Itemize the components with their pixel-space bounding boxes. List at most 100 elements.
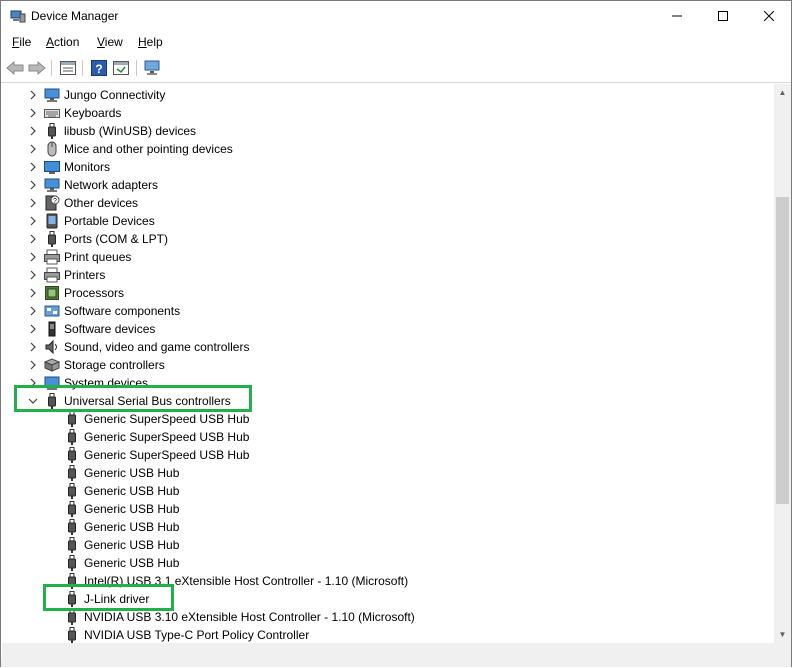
chevron-right-icon[interactable] [28,320,38,338]
chevron-right-icon[interactable] [28,284,38,302]
processor-icon [44,284,60,302]
category-item[interactable]: Jungo Connectivity [2,86,772,104]
software-component-icon [44,302,60,320]
title-bar: Device Manager [1,1,791,32]
chevron-right-icon[interactable] [28,230,38,248]
menu-access-key: H [138,35,147,49]
help-icon: ? [91,60,107,76]
category-item[interactable]: ? Other devices [2,194,772,212]
category-item[interactable]: Processors [2,284,772,302]
usb-device-item[interactable]: NVIDIA USB Type-C Port Policy Controller [2,626,772,643]
port-icon [44,230,60,248]
usb-device-item[interactable]: Generic USB Hub [2,464,772,482]
storage-icon [44,356,60,374]
keyboard-icon [44,104,60,122]
chevron-right-icon[interactable] [28,140,38,158]
usb-device-item[interactable]: Generic USB Hub [2,536,772,554]
chevron-right-icon[interactable] [28,158,38,176]
scroll-up-button[interactable]: ▲ [774,84,791,101]
usb-device-item[interactable]: Generic SuperSpeed USB Hub [2,446,772,464]
usb-device-label: Generic USB Hub [84,484,180,498]
vertical-scrollbar[interactable]: ▲ ▼ [774,84,791,643]
category-item[interactable]: Portable Devices [2,212,772,230]
chevron-right-icon[interactable] [28,104,38,122]
properties-button[interactable] [57,57,79,79]
monitor-icon [44,158,60,176]
chevron-right-icon[interactable] [28,338,38,356]
close-button[interactable] [746,1,792,31]
category-item[interactable]: Sound, video and game controllers [2,338,772,356]
usb-icon [64,554,80,572]
update-driver-button[interactable] [110,57,132,79]
chevron-right-icon[interactable] [28,248,38,266]
menu-label-rest: ile [19,35,32,49]
usb-device-item[interactable]: Generic SuperSpeed USB Hub [2,428,772,446]
category-item[interactable]: Storage controllers [2,356,772,374]
usb-icon [64,518,80,536]
network-icon [44,176,60,194]
maximize-icon [718,11,728,21]
category-item[interactable]: Mice and other pointing devices [2,140,772,158]
chevron-right-icon[interactable] [28,122,38,140]
usb-icon [64,446,80,464]
chevron-right-icon[interactable] [28,302,38,320]
scan-hardware-icon [144,60,160,75]
menu-help[interactable]: Help [138,35,163,49]
category-label: Printers [64,268,106,282]
menu-action[interactable]: Action [46,35,79,49]
scrollbar-thumb[interactable] [776,197,789,504]
category-item[interactable]: Printers [2,266,772,284]
category-item[interactable]: libusb (WinUSB) devices [2,122,772,140]
chevron-right-icon[interactable] [28,86,38,104]
category-label: Network adapters [64,178,159,192]
usb-device-item[interactable]: Generic SuperSpeed USB Hub [2,410,772,428]
usb-icon [44,122,60,140]
category-item[interactable]: Print queues [2,248,772,266]
horizontal-scrollbar[interactable] [2,643,774,661]
chevron-right-icon[interactable] [28,356,38,374]
usb-icon [64,536,80,554]
usb-device-label: Generic USB Hub [84,466,180,480]
category-label: Software components [64,304,181,318]
usb-device-label: NVIDIA USB Type-C Port Policy Controller [84,628,310,642]
help-button[interactable]: ? [88,57,110,79]
usb-device-label: Generic SuperSpeed USB Hub [84,448,250,462]
printer-icon [44,248,60,266]
category-item[interactable]: Software components [2,302,772,320]
chevron-right-icon[interactable] [28,212,38,230]
minimize-button[interactable] [654,1,700,31]
forward-button[interactable] [26,57,48,79]
usb-device-item[interactable]: Generic USB Hub [2,482,772,500]
update-driver-icon [113,61,129,75]
usb-icon [64,410,80,428]
category-label: Portable Devices [64,214,155,228]
chevron-right-icon[interactable] [28,194,38,212]
menu-file[interactable]: File [12,35,31,49]
category-item[interactable]: Monitors [2,158,772,176]
mouse-icon [44,140,60,158]
scan-hardware-button[interactable] [142,57,164,79]
back-button[interactable] [4,57,26,79]
chevron-right-icon[interactable] [28,266,38,284]
device-manager-window: Device Manager File Action View Help ? J… [0,0,792,667]
menu-label-rest: ction [54,35,80,49]
status-bar [1,660,791,667]
software-device-icon [44,320,60,338]
category-item[interactable]: Network adapters [2,176,772,194]
category-item[interactable]: Ports (COM & LPT) [2,230,772,248]
device-tree[interactable]: Jungo Connectivity Keyboards libusb (WinUS… [2,84,774,643]
usb-device-item[interactable]: Generic USB Hub [2,500,772,518]
usb-icon [64,464,80,482]
chevron-right-icon[interactable] [28,176,38,194]
usb-device-item[interactable]: Generic USB Hub [2,554,772,572]
menu-view[interactable]: View [97,35,123,49]
usb-device-item[interactable]: Generic USB Hub [2,518,772,536]
category-item[interactable]: Keyboards [2,104,772,122]
maximize-button[interactable] [700,1,746,31]
menu-label-rest: iew [104,35,123,49]
device-manager-icon [10,10,26,23]
scroll-down-button[interactable]: ▼ [774,626,791,643]
window-title: Device Manager [31,9,119,23]
speaker-icon [44,338,60,356]
category-item[interactable]: Software devices [2,320,772,338]
